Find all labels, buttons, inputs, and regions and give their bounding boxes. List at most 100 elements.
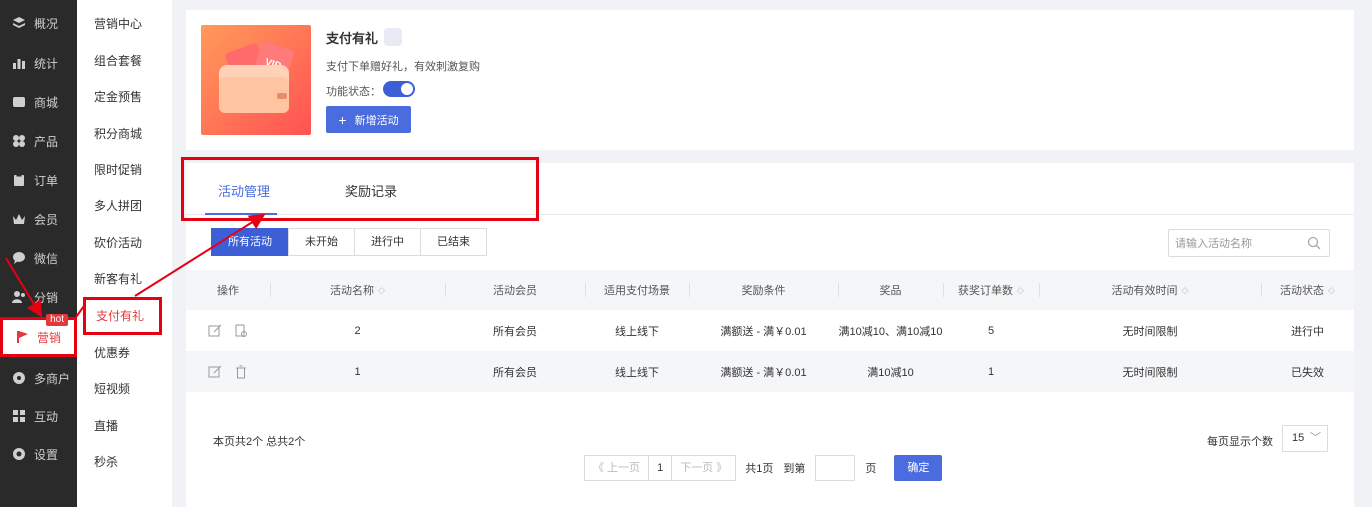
subnav-item[interactable]: 新客有礼: [77, 261, 172, 297]
col-header-status[interactable]: 活动状态 ◇: [1261, 270, 1354, 310]
clipboard-icon: [12, 173, 26, 187]
page-number[interactable]: 1: [648, 455, 673, 481]
pagination: 《 上一页 1 下一页 》 共1页 到第 页 确定: [584, 455, 943, 481]
store-icon: [12, 95, 26, 109]
shop-icon: [12, 371, 26, 385]
row-actions: [186, 351, 270, 392]
nav-item-distribution[interactable]: 分销: [0, 280, 77, 314]
next-page-button[interactable]: 下一页 》: [671, 455, 737, 481]
subnav-item-pay-gift[interactable]: 支付有礼: [83, 297, 162, 335]
per-page-label: 每页显示个数: [1207, 436, 1273, 448]
chart-icon: [12, 56, 26, 70]
nav-item-marketing[interactable]: 营销 hot: [0, 314, 77, 357]
subnav-item[interactable]: 优惠券: [77, 335, 172, 371]
view-data-icon[interactable]: [234, 324, 248, 338]
sort-icon: ◇: [378, 284, 385, 295]
feature-card: VIP 支付有礼 支付下单赠好礼，有效刺激复购 功能状态： + 新增活动: [186, 10, 1354, 150]
filter-ended[interactable]: 已结束: [420, 228, 487, 256]
activity-table: 操作 活动名称 ◇ 活动会员 适用支付场景 奖励条件 奖品 获奖订单数 ◇ 活动有效…: [186, 270, 1354, 392]
layers-icon: [12, 16, 26, 30]
cell-name: 2: [354, 324, 361, 337]
status-filter-group: 所有活动 未开始 进行中 已结束: [211, 228, 487, 256]
col-header-name[interactable]: 活动名称 ◇: [270, 270, 445, 310]
subnav-item[interactable]: 定金预售: [77, 79, 172, 115]
cell-prize: 满10减10: [867, 366, 914, 379]
feature-title-icon: [384, 28, 402, 46]
goto-page-input[interactable]: [815, 455, 856, 481]
cell-scene: 线上线下: [615, 366, 659, 379]
flag-icon: [15, 330, 29, 344]
subnav-item[interactable]: 多人拼团: [77, 188, 172, 224]
goto-confirm-button[interactable]: 确定: [894, 455, 943, 481]
nav-item-overview[interactable]: 概况: [0, 6, 77, 40]
plus-icon: +: [338, 111, 347, 128]
cell-condition: 满额送 - 满￥0.01: [720, 366, 807, 379]
total-pages: 共1页: [745, 463, 774, 475]
col-header-time[interactable]: 活动有效时间 ◇: [1039, 270, 1261, 310]
sort-icon: ◇: [1328, 284, 1335, 295]
col-header: 操作: [217, 285, 239, 297]
sort-icon: ◇: [1181, 284, 1189, 295]
cell-time: 无时间限制: [1122, 325, 1178, 338]
trash-icon[interactable]: [234, 365, 248, 379]
col-header: 奖品: [879, 285, 902, 297]
edit-icon[interactable]: [208, 324, 222, 338]
table-row: 1 所有会员 线上线下 满额送 - 满￥0.01 满10减10 1 无时间限制 …: [186, 351, 1354, 392]
add-activity-button[interactable]: + 新增活动: [326, 106, 411, 133]
nav-item-interaction[interactable]: 互动: [0, 399, 77, 433]
activity-search-input[interactable]: 请输入活动名称: [1168, 229, 1330, 257]
goto-label: 到第: [783, 463, 806, 475]
subnav-item[interactable]: 短视频: [77, 371, 172, 407]
cell-status: 进行中: [1291, 325, 1324, 338]
cell-time: 无时间限制: [1122, 366, 1178, 379]
page-unit-label: 页: [865, 463, 877, 475]
feature-description: 支付下单赠好礼，有效刺激复购: [326, 61, 480, 73]
subnav-item[interactable]: 直播: [77, 408, 172, 444]
users-icon: [12, 290, 26, 304]
cell-scene: 线上线下: [615, 325, 659, 338]
subnav-item[interactable]: 限时促销: [77, 152, 172, 188]
main-nav: 概况 统计 商城 产品 订单 会员 微信 分销 营销 hot 多商户 互动 设置: [0, 0, 77, 507]
nav-item-stats[interactable]: 统计: [0, 46, 77, 80]
edit-icon[interactable]: [208, 365, 222, 379]
filter-all[interactable]: 所有活动: [211, 228, 289, 256]
cell-orders: 5: [988, 324, 995, 337]
feature-cover-image: VIP: [201, 25, 311, 135]
record-count: 本页共2个 总共2个: [213, 436, 306, 448]
nav-item-members[interactable]: 会员: [0, 202, 77, 236]
feature-status-label: 功能状态：: [326, 86, 381, 98]
sort-icon: ◇: [1017, 284, 1024, 295]
col-header: 奖励条件: [741, 285, 786, 297]
subnav-item[interactable]: 砍价活动: [77, 225, 172, 261]
subnav-item[interactable]: 组合套餐: [77, 43, 172, 79]
nav-item-settings[interactable]: 设置: [0, 437, 77, 471]
hot-badge: hot: [46, 314, 68, 326]
col-header-orders[interactable]: 获奖订单数 ◇: [943, 270, 1039, 310]
cell-condition: 满额送 - 满￥0.01: [720, 325, 807, 338]
chevron-down-icon: ﹀: [1310, 432, 1321, 444]
nav-item-products[interactable]: 产品: [0, 124, 77, 158]
feature-status-toggle[interactable]: [383, 81, 415, 97]
marketing-subnav: 营销中心 组合套餐 定金预售 积分商城 限时促销 多人拼团 砍价活动 新客有礼 …: [77, 0, 172, 507]
nav-item-mall[interactable]: 商城: [0, 85, 77, 119]
row-actions: [186, 310, 270, 351]
nav-item-orders[interactable]: 订单: [0, 163, 77, 197]
nav-item-merchants[interactable]: 多商户: [0, 361, 77, 395]
chat-icon: [12, 251, 26, 265]
col-header: 活动会员: [493, 285, 537, 297]
table-row: 2 所有会员 线上线下 满额送 - 满￥0.01 满10减10、满10减10 5…: [186, 310, 1354, 351]
cell-member: 所有会员: [493, 325, 537, 338]
filter-not-started[interactable]: 未开始: [288, 228, 355, 256]
nav-item-wechat[interactable]: 微信: [0, 241, 77, 275]
feature-title: 支付有礼: [326, 31, 379, 46]
prev-page-button[interactable]: 《 上一页: [584, 455, 650, 481]
subnav-item[interactable]: 积分商城: [77, 116, 172, 152]
subnav-item[interactable]: 秒杀: [77, 444, 172, 480]
filter-in-progress[interactable]: 进行中: [354, 228, 421, 256]
cell-name: 1: [354, 365, 361, 378]
subnav-item[interactable]: 营销中心: [77, 6, 172, 42]
per-page-select[interactable]: 15 ﹀: [1282, 425, 1328, 452]
annotation-highlight-box: [181, 157, 539, 221]
col-header: 适用支付场景: [604, 285, 670, 297]
search-icon[interactable]: [1307, 236, 1321, 253]
